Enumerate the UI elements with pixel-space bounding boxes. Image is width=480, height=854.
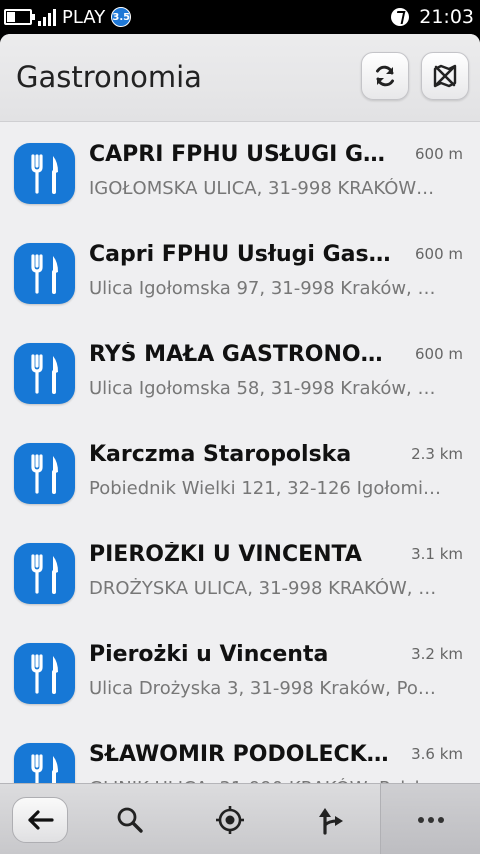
place-distance: 3.6 km	[411, 745, 463, 763]
refresh-button[interactable]	[361, 52, 409, 100]
restaurant-icon	[30, 453, 58, 494]
restaurant-icon-tile	[14, 643, 75, 704]
list-item[interactable]: Karczma Staropolska 2.3 km Pobiednik Wielk…	[0, 423, 480, 523]
list-item[interactable]: Pierożki u Vincenta 3.2 km Ulica Drożyska …	[0, 623, 480, 723]
restaurant-icon	[30, 153, 58, 194]
place-address: Pobiednik Wielki 121, 32-126 Igołomi…	[89, 478, 442, 499]
more-button[interactable]	[380, 784, 480, 854]
restaurant-icon	[30, 353, 58, 394]
carrier-name: PLAY	[62, 6, 106, 28]
restaurant-icon-tile	[14, 443, 75, 504]
place-name: RYŚ MAŁA GASTRONOMIA	[89, 342, 399, 367]
signal-bar	[48, 13, 51, 26]
locate-button[interactable]	[200, 784, 260, 854]
signal-bar	[53, 9, 56, 26]
place-address: IGOŁOMSKA ULICA, 31-998 KRAKÓW…	[89, 178, 435, 199]
search-icon	[117, 807, 143, 833]
status-left: PLAY 3.5	[4, 0, 132, 34]
place-name: PIEROŻKI U VINCENTA	[89, 542, 362, 567]
place-distance: 2.3 km	[411, 445, 463, 463]
restaurant-icon	[30, 553, 58, 594]
place-name: CAPRI FPHU USŁUGI GA…	[89, 142, 399, 167]
back-arrow-icon	[28, 809, 54, 830]
place-distance: 3.1 km	[411, 545, 463, 563]
battery-icon	[4, 9, 35, 25]
bottom-toolbar	[0, 783, 480, 854]
place-address: DROŻYSKA ULICA, 31-998 KRAKÓW, …	[89, 578, 437, 599]
restaurant-icon-tile	[14, 743, 75, 783]
status-right: 21:03	[391, 0, 474, 34]
place-name: Capri FPHU Usługi Gast…	[89, 242, 399, 267]
route-button[interactable]	[300, 784, 360, 854]
map-off-button[interactable]	[421, 52, 469, 100]
search-button[interactable]	[100, 784, 160, 854]
place-name: SŁAWOMIR PODOLECK…	[89, 742, 389, 767]
restaurant-icon-tile	[14, 243, 75, 304]
restaurant-icon-tile	[14, 543, 75, 604]
signal-bar	[43, 17, 46, 26]
network-badge: 3.5	[111, 7, 132, 27]
list-item[interactable]: Capri FPHU Usługi Gast… 600 m Ulica Igołom…	[0, 223, 480, 323]
header: Gastronomia	[0, 34, 480, 122]
list-item[interactable]: RYŚ MAŁA GASTRONOMIA 600 m Ulica Igołomska…	[0, 323, 480, 423]
back-button-frame	[12, 796, 68, 843]
list-item[interactable]: PIEROŻKI U VINCENTA 3.1 km DROŻYSKA ULICA,…	[0, 523, 480, 623]
locate-icon	[216, 805, 244, 834]
app-window: Gastronomia CAPRI FPHU USŁUGI GA… 600 m IG…	[0, 34, 480, 854]
nfc-icon	[391, 8, 410, 26]
place-address: Ulica Igołomska 97, 31-998 Kraków, …	[89, 278, 436, 299]
signal-bar	[38, 21, 41, 26]
place-distance: 600 m	[414, 145, 463, 163]
restaurant-icon	[30, 753, 58, 783]
status-bar: PLAY 3.5 21:03	[0, 0, 480, 34]
place-name: Pierożki u Vincenta	[89, 642, 329, 667]
list-item[interactable]: CAPRI FPHU USŁUGI GA… 600 m IGOŁOMSKA ULIC…	[0, 123, 480, 223]
clock: 21:03	[419, 6, 474, 28]
back-button[interactable]	[10, 784, 70, 854]
page-title: Gastronomia	[16, 60, 202, 94]
list-item[interactable]: SŁAWOMIR PODOLECK…3.6 kmGLINIK ULICA, 31…	[0, 723, 480, 783]
restaurant-icon-tile	[14, 143, 75, 204]
refresh-icon	[376, 65, 394, 87]
place-distance: 3.2 km	[411, 645, 463, 663]
place-name: Karczma Staropolska	[89, 442, 352, 467]
results-list: CAPRI FPHU USŁUGI GA… 600 m IGOŁOMSKA ULIC…	[0, 123, 480, 783]
more-icon	[417, 816, 444, 823]
route-icon	[319, 807, 343, 835]
battery-fill	[7, 12, 15, 22]
restaurant-icon	[30, 653, 58, 694]
place-distance: 600 m	[414, 245, 463, 263]
place-distance: 600 m	[414, 345, 463, 363]
place-address: Ulica Drożyska 3, 31-998 Kraków, Po…	[89, 678, 436, 699]
map-off-icon	[433, 64, 457, 88]
restaurant-icon	[30, 253, 58, 294]
signal-icon	[38, 8, 56, 26]
place-address: Ulica Igołomska 58, 31-998 Kraków, …	[89, 378, 436, 399]
restaurant-icon-tile	[14, 343, 75, 404]
